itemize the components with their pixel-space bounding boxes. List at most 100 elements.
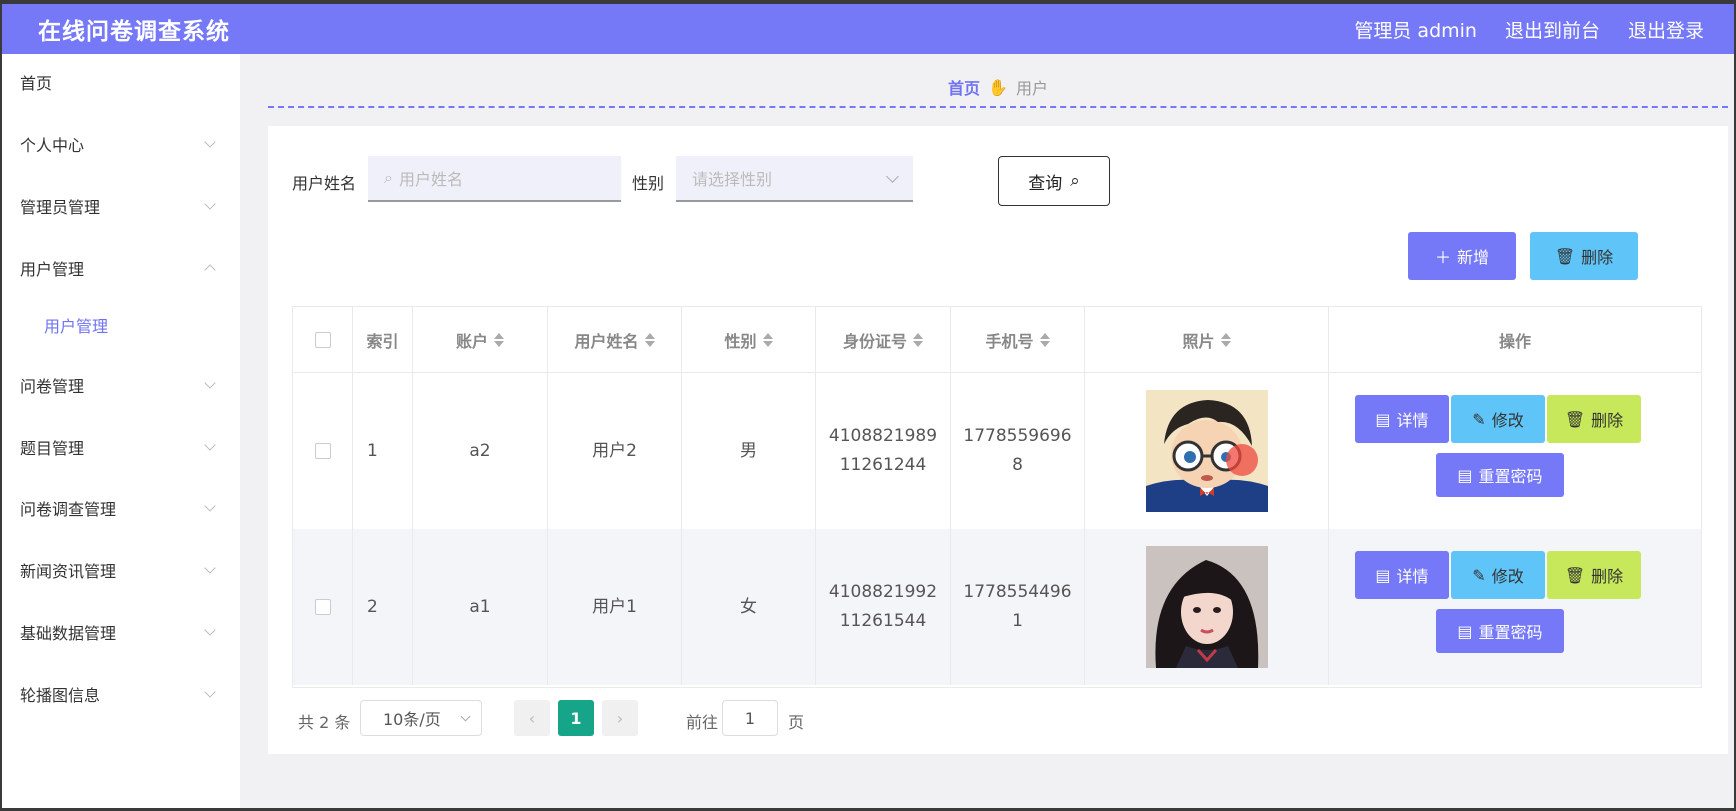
document-icon: ▤ [1375,409,1391,429]
reset-password-button[interactable]: ▤ 重置密码 [1436,453,1564,497]
delete-button[interactable]: 🗑 删除 [1547,551,1641,599]
sidebar-item-question-management[interactable]: 题目管理 [2,427,240,467]
row-checkbox[interactable] [314,443,331,459]
delete-button-label: 删除 [1591,411,1624,430]
id-number-line2: 11261244 [839,455,927,475]
query-button[interactable]: 查询 ⌕ [998,156,1110,206]
edit-icon: ✎ [1472,409,1486,429]
chevron-down-icon [886,170,899,183]
chevron-down-icon [204,198,216,210]
row-select-cell [293,373,353,529]
prev-page-button[interactable]: ‹ [514,700,550,736]
sidebar-item-home[interactable]: 首页 [2,62,240,102]
sidebar-item-admin-management[interactable]: 管理员管理 [2,186,240,226]
girl-avatar[interactable] [1145,546,1268,668]
document-icon: ▤ [1457,465,1473,485]
goto-label: 前往 [686,713,719,732]
table-row: 1 a2 用户2 男 4108821989 11261244 177855969… [293,373,1701,529]
delete-button[interactable]: 🗑 删除 [1547,395,1641,443]
sidebar: 首页 个人中心 管理员管理 用户管理 用户管理 问卷管理 题目管理 问卷调查管理 [2,54,240,808]
users-table: 索引 账户 用户姓名 性别 身份证号 手机号 照片 操作 1 a2 用户2 男 … [292,306,1702,688]
chevron-down-icon [204,562,216,574]
column-header-label: 身份证号 [842,331,907,351]
id-number-line2: 11261544 [839,611,927,631]
sidebar-subitem-user-management[interactable]: 用户管理 [2,305,240,345]
gender-select[interactable]: 请选择性别 [676,156,913,202]
breadcrumb-current: 用户 [1015,79,1048,98]
pagination: 共 2 条 10条/页 ‹ 1 › 前往 1 页 [292,696,1092,746]
page-number-button[interactable]: 1 [558,700,594,736]
chevron-down-icon [204,136,216,148]
chevron-down-icon [204,439,216,451]
next-page-button[interactable]: › [602,700,638,736]
reset-password-button-label: 重置密码 [1478,623,1543,642]
sidebar-item-survey-management[interactable]: 问卷调查管理 [2,488,240,528]
name-filter-label: 用户姓名 [292,174,357,193]
sidebar-item-carousel-info[interactable]: 轮播图信息 [2,674,240,714]
row-checkbox[interactable] [314,599,331,615]
delete-button-label: 删除 [1591,567,1624,586]
select-all-checkbox[interactable] [314,331,331,348]
name-search-input[interactable]: ⌕ 用户姓名 [368,156,621,202]
document-icon: ▤ [1457,621,1473,641]
account-value: a1 [469,596,491,617]
page-size-select[interactable]: 10条/页 [360,700,482,736]
sort-icon[interactable] [762,332,773,347]
batch-delete-button[interactable]: 🗑 删除 [1530,232,1638,280]
sidebar-item-label: 轮播图信息 [20,686,101,705]
column-header-name[interactable]: 用户姓名 [548,307,682,373]
sort-icon[interactable] [644,332,655,347]
sidebar-item-user-management[interactable]: 用户管理 [2,248,240,288]
sort-icon[interactable] [494,332,504,347]
column-header-label: 用户姓名 [574,331,639,351]
sidebar-item-label: 新闻资讯管理 [20,562,117,581]
sidebar-item-personal-center[interactable]: 个人中心 [2,124,240,164]
exit-to-front-link[interactable]: 退出到前台 [1505,16,1600,43]
column-header-photo[interactable]: 照片 [1085,307,1329,373]
name-cell: 用户2 [548,373,682,529]
column-header-phone[interactable]: 手机号 [951,307,1085,373]
sidebar-item-news-management[interactable]: 新闻资讯管理 [2,550,240,590]
detail-button[interactable]: ▤ 详情 [1355,551,1449,599]
edit-icon: ✎ [1472,565,1486,585]
name-search-placeholder: 用户姓名 [398,170,463,189]
sort-icon[interactable] [913,332,923,347]
admin-user-label[interactable]: 管理员 admin [1354,16,1477,43]
logout-link[interactable]: 退出登录 [1628,16,1704,43]
gender-value: 男 [740,440,757,461]
actions-cell: ▤ 详情 ✎ 修改 🗑 删除 ▤ 重置密码 [1329,373,1701,529]
edit-button[interactable]: ✎ 修改 [1451,551,1545,599]
column-header-account[interactable]: 账户 [413,307,548,373]
sidebar-item-basic-data-management[interactable]: 基础数据管理 [2,612,240,652]
app-title: 在线问卷调查系统 [38,19,230,45]
add-button[interactable]: ＋ 新增 [1408,232,1516,280]
chevron-down-icon [204,500,216,512]
photo-cell [1085,529,1329,685]
name-value: 用户2 [592,440,637,461]
main-card: 用户姓名 ⌕ 用户姓名 性别 请选择性别 查询 ⌕ ＋ 新增 🗑 删除 索引 账… [268,126,1728,754]
phone-line1: 1778559696 [963,426,1072,446]
reset-password-button[interactable]: ▤ 重置密码 [1436,609,1564,653]
gender-filter-label: 性别 [632,174,665,193]
detail-button[interactable]: ▤ 详情 [1355,395,1449,443]
account-value: a2 [469,440,491,461]
column-header-gender[interactable]: 性别 [682,307,816,373]
anime-boy-avatar[interactable] [1145,390,1268,512]
index-value: 1 [367,440,378,461]
column-header-label: 手机号 [985,331,1034,351]
gender-select-placeholder: 请选择性别 [692,170,773,189]
edit-button[interactable]: ✎ 修改 [1451,395,1545,443]
sort-icon[interactable] [1220,332,1231,347]
breadcrumb-home[interactable]: 首页 [948,75,980,99]
column-header-id-number[interactable]: 身份证号 [816,307,951,373]
goto-page-input[interactable]: 1 [722,700,778,736]
index-cell: 2 [353,529,413,685]
column-header-index: 索引 [353,307,413,373]
sort-icon[interactable] [1039,332,1050,347]
column-header-label: 操作 [1498,331,1531,351]
chevron-down-icon [460,711,471,722]
sidebar-item-label: 基础数据管理 [20,624,117,643]
sidebar-item-questionnaire-management[interactable]: 问卷管理 [2,365,240,405]
chevron-down-icon [204,686,216,698]
sidebar-item-label: 个人中心 [20,136,85,155]
